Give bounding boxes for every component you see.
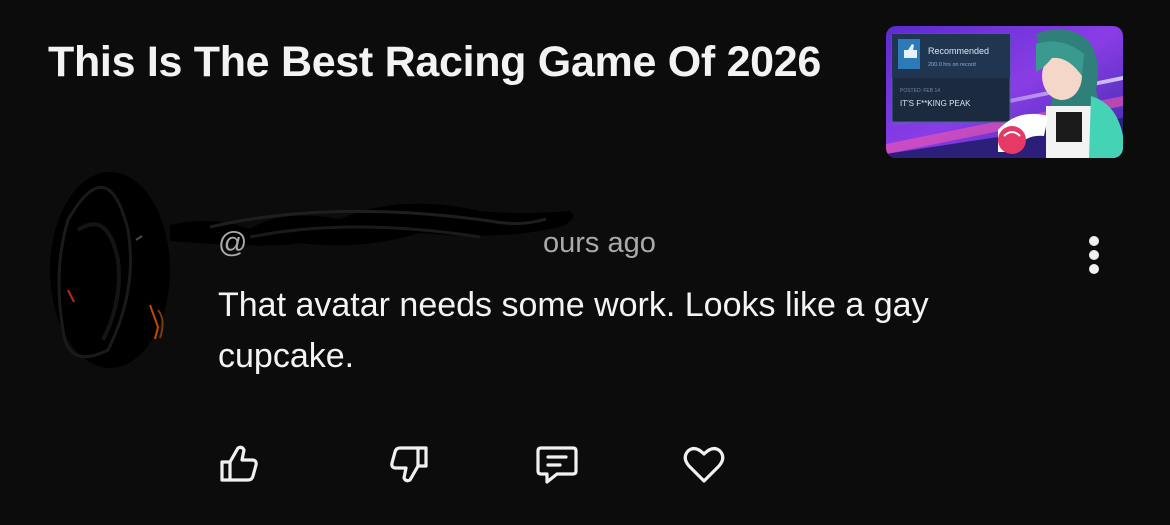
thumb-card-heading: Recommended <box>928 46 989 56</box>
video-thumbnail[interactable]: Recommended 200.0 hrs on record POSTED: … <box>886 26 1123 158</box>
reply-icon[interactable] <box>533 440 581 488</box>
comment-text: That avatar needs some work. Looks like … <box>218 286 929 375</box>
video-title[interactable]: This Is The Best Racing Game Of 2026 <box>48 36 828 88</box>
comment-timestamp: ours ago <box>543 227 656 259</box>
thumb-card-posted: POSTED: FEB 14 <box>900 88 940 94</box>
more-options-icon[interactable] <box>1080 232 1110 278</box>
comment-author[interactable]: @ <box>218 227 247 259</box>
comment-header: @ ours ago <box>218 223 656 263</box>
thumbs-up-icon[interactable] <box>216 440 264 488</box>
thumb-card-review: IT'S F**KING PEAK <box>900 99 971 108</box>
thumbs-down-icon[interactable] <box>384 440 432 488</box>
thumb-card-hours: 200.0 hrs on record <box>928 62 976 68</box>
heart-icon[interactable] <box>680 440 728 488</box>
